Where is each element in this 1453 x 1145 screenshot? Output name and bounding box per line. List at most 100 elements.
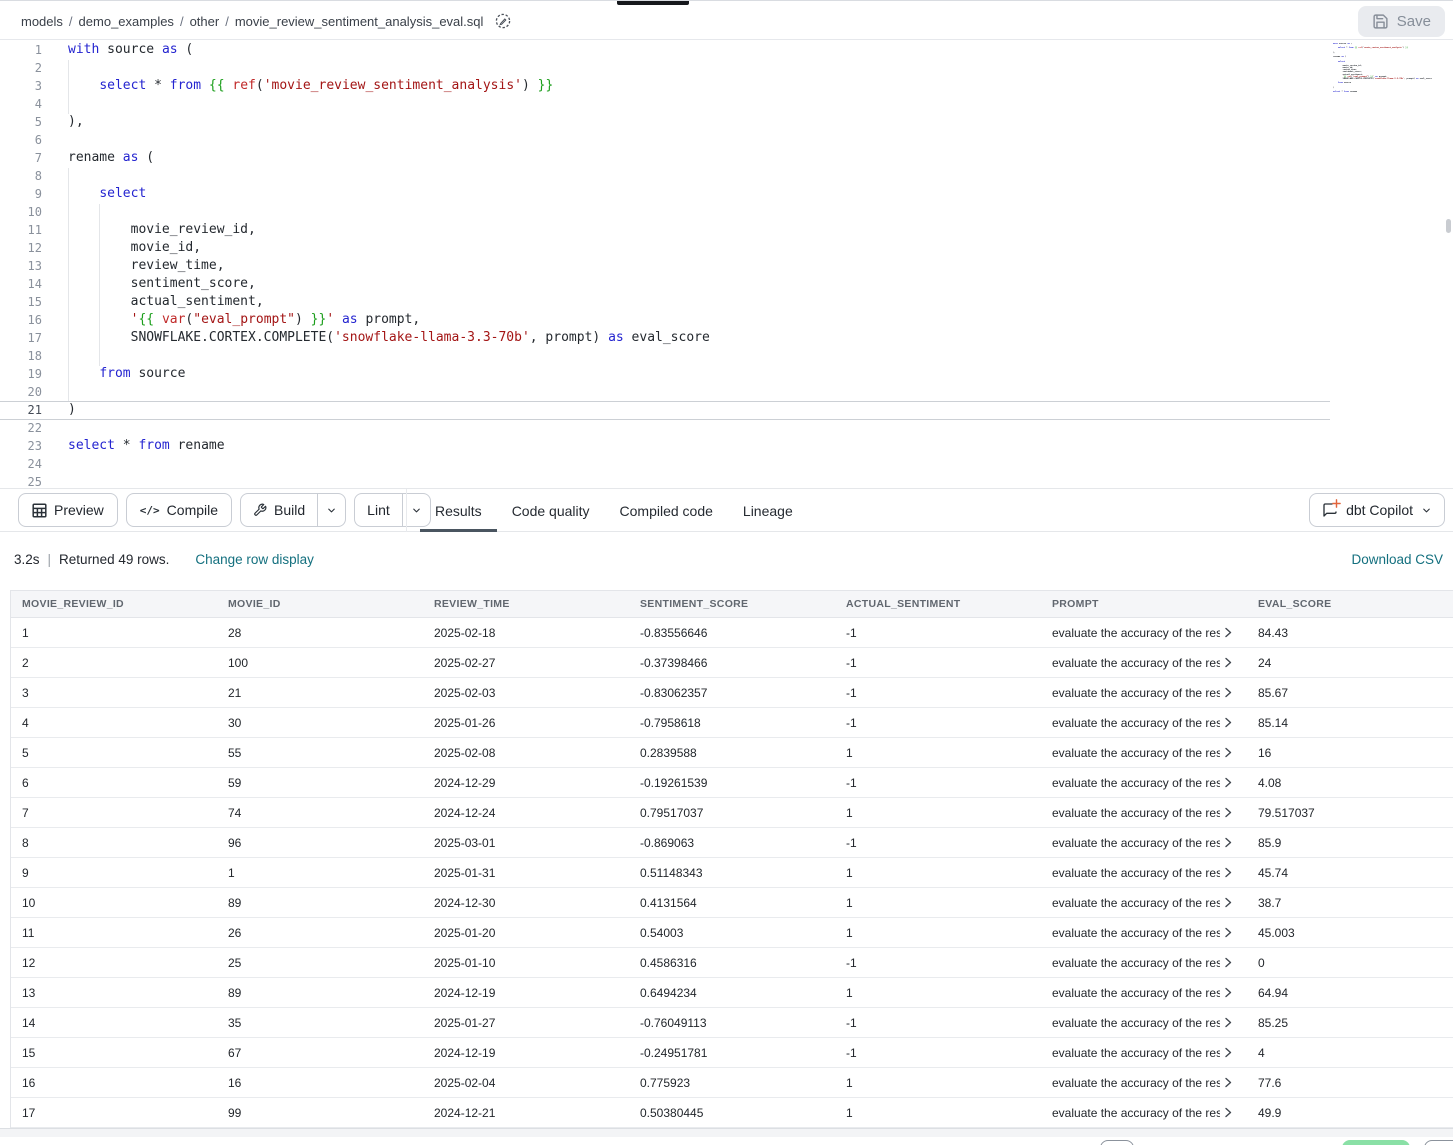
code-line: 18 — [0, 347, 1453, 365]
table-row: 912025-01-310.511483431evaluate the accu… — [11, 858, 1453, 888]
chevron-right-icon[interactable] — [1225, 867, 1232, 878]
cell-sentiment-score: 0.50380445 — [629, 1098, 835, 1127]
cell-prompt: evaluate the accuracy of the res... — [1041, 648, 1247, 677]
code-line: 20 — [0, 383, 1453, 401]
chevron-right-icon[interactable] — [1225, 987, 1232, 998]
chevron-right-icon[interactable] — [1225, 777, 1232, 788]
chevron-right-icon[interactable] — [1225, 657, 1232, 668]
cell-movie-review-id: 14 — [11, 1008, 217, 1037]
table-row: 6592024-12-29-0.19261539-1evaluate the a… — [11, 768, 1453, 798]
cell-review-time: 2024-12-29 — [423, 768, 629, 797]
dbt-copilot-button[interactable]: dbt Copilot — [1309, 493, 1445, 527]
format-circle-pencil-icon[interactable] — [495, 13, 511, 29]
cell-movie-id: 26 — [217, 918, 423, 947]
lint-button[interactable]: Lint — [355, 494, 402, 526]
cell-prompt: evaluate the accuracy of the res... — [1041, 1068, 1247, 1097]
cell-prompt: evaluate the accuracy of the res... — [1041, 738, 1247, 767]
save-button[interactable]: Save — [1358, 6, 1445, 37]
chevron-right-icon[interactable] — [1225, 687, 1232, 698]
cell-sentiment-score: -0.24951781 — [629, 1038, 835, 1067]
code-line: 15 actual_sentiment, — [0, 293, 1453, 311]
change-row-display-link[interactable]: Change row display — [195, 552, 314, 567]
horizontal-scrollbar[interactable] — [0, 1128, 1453, 1137]
build-button[interactable]: Build — [241, 494, 317, 526]
cell-movie-id: 96 — [217, 828, 423, 857]
line-number: 25 — [0, 473, 42, 488]
preview-button[interactable]: Preview — [18, 493, 118, 527]
tab-lineage[interactable]: Lineage — [728, 489, 808, 532]
chevron-right-icon[interactable] — [1225, 897, 1232, 908]
prompt-text: evaluate the accuracy of the res... — [1052, 956, 1220, 970]
bottom-partial-button[interactable] — [1100, 1140, 1134, 1145]
breadcrumb-separator: / — [180, 14, 184, 29]
results-table: MOVIE_REVIEW_IDMOVIE_IDREVIEW_TIMESENTIM… — [10, 590, 1453, 1128]
cell-actual-sentiment: 1 — [835, 918, 1041, 947]
cell-movie-review-id: 7 — [11, 798, 217, 827]
tab-code-quality[interactable]: Code quality — [497, 489, 605, 532]
code-line: 21) — [0, 401, 1453, 419]
cell-movie-id: 89 — [217, 978, 423, 1007]
cell-review-time: 2025-02-03 — [423, 678, 629, 707]
editor-scrollbar-thumb[interactable] — [1446, 219, 1451, 233]
table-row: 16162025-02-040.7759231evaluate the accu… — [11, 1068, 1453, 1098]
cell-eval-score: 24 — [1247, 648, 1453, 677]
table-row: 11262025-01-200.540031evaluate the accur… — [11, 918, 1453, 948]
tab-results[interactable]: Results — [420, 489, 497, 532]
breadcrumb-item[interactable]: demo_examples — [79, 14, 174, 29]
chevron-right-icon[interactable] — [1225, 1077, 1232, 1088]
chevron-right-icon[interactable] — [1225, 1047, 1232, 1058]
compile-button[interactable]: </> Compile — [126, 493, 232, 527]
chevron-right-icon[interactable] — [1225, 1107, 1232, 1118]
chevron-right-icon[interactable] — [1225, 837, 1232, 848]
line-number: 9 — [0, 185, 42, 203]
cell-review-time: 2025-01-31 — [423, 858, 629, 887]
build-dropdown-button[interactable] — [317, 494, 345, 526]
prompt-text: evaluate the accuracy of the res... — [1052, 746, 1220, 760]
chevron-right-icon[interactable] — [1225, 747, 1232, 758]
code-line: 3 select * from {{ ref('movie_review_sen… — [0, 77, 1453, 95]
cell-review-time: 2025-03-01 — [423, 828, 629, 857]
cell-prompt: evaluate the accuracy of the res... — [1041, 978, 1247, 1007]
results-statusbar: 3.2s | Returned 49 rows. Change row disp… — [0, 532, 1453, 590]
code-line: 14 sentiment_score, — [0, 275, 1453, 293]
cell-actual-sentiment: -1 — [835, 648, 1041, 677]
bottom-partial-button[interactable] — [1424, 1140, 1453, 1145]
cell-eval-score: 77.6 — [1247, 1068, 1453, 1097]
code-line: 2 — [0, 59, 1453, 77]
breadcrumb-item[interactable]: models — [21, 14, 63, 29]
breadcrumb-item[interactable]: other — [190, 14, 220, 29]
table-row: 13892024-12-190.64942341evaluate the acc… — [11, 978, 1453, 1008]
table-row: 3212025-02-03-0.83062357-1evaluate the a… — [11, 678, 1453, 708]
chevron-right-icon[interactable] — [1225, 717, 1232, 728]
breadcrumb-item[interactable]: movie_review_sentiment_analysis_eval.sql — [235, 14, 484, 29]
code-editor[interactable]: 1with source as (23 select * from {{ ref… — [0, 41, 1453, 488]
wrench-icon — [253, 503, 267, 517]
chevron-right-icon[interactable] — [1225, 1017, 1232, 1028]
table-row: 14352025-01-27-0.76049113-1evaluate the … — [11, 1008, 1453, 1038]
cell-review-time: 2025-01-26 — [423, 708, 629, 737]
cell-actual-sentiment: -1 — [835, 618, 1041, 647]
table-row: 10892024-12-300.41315641evaluate the acc… — [11, 888, 1453, 918]
cell-eval-score: 85.9 — [1247, 828, 1453, 857]
cell-prompt: evaluate the accuracy of the res... — [1041, 1098, 1247, 1127]
editor-minimap[interactable]: with source as ( select * from {{ ref('m… — [1333, 43, 1445, 101]
cell-actual-sentiment: 1 — [835, 798, 1041, 827]
chevron-right-icon[interactable] — [1225, 957, 1232, 968]
line-number: 4 — [0, 95, 42, 113]
cell-sentiment-score: -0.76049113 — [629, 1008, 835, 1037]
prompt-text: evaluate the accuracy of the res... — [1052, 626, 1220, 640]
cell-prompt: evaluate the accuracy of the res... — [1041, 678, 1247, 707]
tab-compiled-code[interactable]: Compiled code — [605, 489, 728, 532]
download-csv-link[interactable]: Download CSV — [1351, 552, 1443, 567]
code-line: 5), — [0, 113, 1453, 131]
chevron-right-icon[interactable] — [1225, 807, 1232, 818]
table-row: 15672024-12-19-0.24951781-1evaluate the … — [11, 1038, 1453, 1068]
bottom-green-pill[interactable] — [1342, 1140, 1410, 1145]
cell-actual-sentiment: 1 — [835, 1068, 1041, 1097]
chevron-right-icon[interactable] — [1225, 627, 1232, 638]
line-number: 15 — [0, 293, 42, 311]
breadcrumb-separator: / — [225, 14, 229, 29]
cell-eval-score: 64.94 — [1247, 978, 1453, 1007]
chevron-right-icon[interactable] — [1225, 927, 1232, 938]
cell-movie-review-id: 9 — [11, 858, 217, 887]
